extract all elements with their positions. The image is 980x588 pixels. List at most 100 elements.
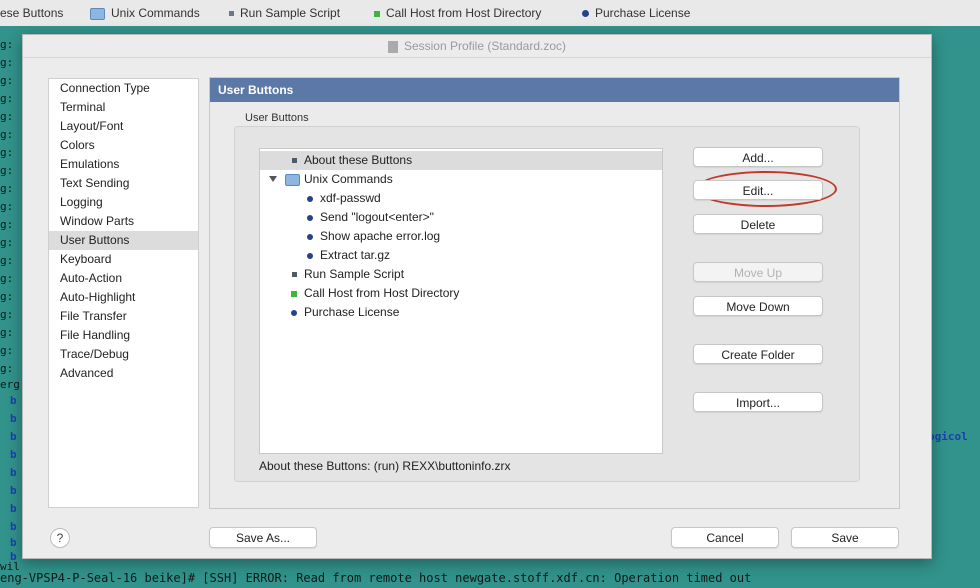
import-button[interactable]: Import... — [693, 392, 823, 412]
topbar-button-label: ese Buttons — [0, 6, 64, 20]
terminal-text: b — [10, 430, 17, 443]
topbar-button-label: Unix Commands — [111, 6, 200, 20]
terminal-text: g: — [0, 308, 14, 321]
cancel-button[interactable]: Cancel — [671, 527, 779, 548]
edit-button[interactable]: Edit... — [693, 180, 823, 200]
create-folder-button[interactable]: Create Folder — [693, 344, 823, 364]
tree-item-purchase-license[interactable]: Purchase License — [260, 303, 662, 322]
terminal-text: g: — [0, 344, 14, 357]
sidebar-item-text-sending[interactable]: Text Sending — [49, 174, 198, 193]
user-buttons-panel: User Buttons User Buttons About these Bu… — [209, 77, 900, 509]
dialog-title: Session Profile (Standard.zoc) — [403, 39, 567, 53]
sidebar-item-connection-type[interactable]: Connection Type — [49, 79, 198, 98]
terminal-status-line: eng-VPSP4-P-Seal-16 beike]# [SSH] ERROR:… — [0, 571, 752, 585]
panel-header: User Buttons — [210, 78, 899, 102]
square-bullet-icon — [292, 158, 297, 163]
dot-icon — [582, 10, 589, 18]
terminal-text: g: — [0, 326, 14, 339]
dot-icon — [307, 253, 313, 259]
terminal-text: g: — [0, 110, 14, 123]
terminal-text: g: — [0, 164, 14, 177]
terminal-text: b — [10, 536, 17, 549]
tree-item-label: Call Host from Host Directory — [304, 286, 460, 300]
tree-item-label: xdf-passwd — [320, 191, 381, 205]
tree-item-label: Unix Commands — [304, 172, 393, 186]
sidebar-item-window-parts[interactable]: Window Parts — [49, 212, 198, 231]
tree-item-send-logout[interactable]: Send "logout<enter>" — [260, 208, 662, 227]
topbar-button-call-host[interactable]: Call Host from Host Directory — [374, 6, 541, 20]
dot-icon — [307, 234, 313, 240]
move-up-button[interactable]: Move Up — [693, 262, 823, 282]
selected-button-info: About these Buttons: (run) REXX\buttonin… — [259, 459, 511, 473]
green-square-icon — [374, 10, 380, 17]
terminal-text: g: — [0, 74, 14, 87]
settings-category-list: Connection Type Terminal Layout/Font Col… — [48, 78, 199, 508]
user-buttons-tree[interactable]: About these Buttons Unix Commands xdf-pa… — [259, 148, 663, 454]
sidebar-item-auto-highlight[interactable]: Auto-Highlight — [49, 288, 198, 307]
sidebar-item-keyboard[interactable]: Keyboard — [49, 250, 198, 269]
topbar-button-label: Run Sample Script — [240, 6, 341, 20]
tree-item-label: Show apache error.log — [320, 229, 441, 243]
topbar-button-purchase-license[interactable]: Purchase License — [582, 6, 690, 20]
sidebar-item-layout-font[interactable]: Layout/Font — [49, 117, 198, 136]
tree-item-unix-commands[interactable]: Unix Commands — [260, 170, 662, 189]
move-down-button[interactable]: Move Down — [693, 296, 823, 316]
terminal-text: ogicol — [928, 430, 968, 443]
dialog-title-bar: Session Profile (Standard.zoc) — [23, 35, 931, 58]
topbar-button-run-sample-script[interactable]: Run Sample Script — [229, 6, 340, 20]
terminal-text: g: — [0, 362, 14, 375]
tree-item-extract-tar-gz[interactable]: Extract tar.gz — [260, 246, 662, 265]
delete-button[interactable]: Delete — [693, 214, 823, 234]
terminal-text: b — [10, 484, 17, 497]
tree-item-show-apache-error-log[interactable]: Show apache error.log — [260, 227, 662, 246]
folder-icon — [285, 174, 300, 186]
tree-item-label: Purchase License — [304, 305, 400, 319]
save-button[interactable]: Save — [791, 527, 899, 548]
terminal-text: g: — [0, 92, 14, 105]
tree-item-xdf-passwd[interactable]: xdf-passwd — [260, 189, 662, 208]
dot-icon — [291, 310, 297, 316]
sidebar-item-file-handling[interactable]: File Handling — [49, 326, 198, 345]
terminal-text: g: — [0, 254, 14, 267]
dot-icon — [307, 215, 313, 221]
sidebar-item-user-buttons[interactable]: User Buttons — [49, 231, 198, 250]
session-profile-dialog: Session Profile (Standard.zoc) Connectio… — [22, 34, 932, 559]
dot-icon — [307, 196, 313, 202]
save-as-button[interactable]: Save As... — [209, 527, 317, 548]
terminal-text: g: — [0, 182, 14, 195]
terminal-text: g: — [0, 200, 14, 213]
document-icon — [387, 40, 398, 53]
terminal-text: g: — [0, 272, 14, 285]
sidebar-item-terminal[interactable]: Terminal — [49, 98, 198, 117]
sidebar-item-emulations[interactable]: Emulations — [49, 155, 198, 174]
topbar-button-label: Purchase License — [595, 6, 691, 20]
tree-item-about-buttons[interactable]: About these Buttons — [260, 151, 662, 170]
folder-icon — [90, 7, 105, 20]
terminal-text: b — [10, 502, 17, 515]
help-button[interactable]: ? — [50, 528, 70, 548]
tree-item-call-host[interactable]: Call Host from Host Directory — [260, 284, 662, 303]
terminal-text: g: — [0, 236, 14, 249]
topbar-button-unix-commands[interactable]: Unix Commands — [90, 6, 200, 20]
topbar-button-these-buttons[interactable]: ese Buttons — [0, 6, 63, 20]
sidebar-item-auto-action[interactable]: Auto-Action — [49, 269, 198, 288]
sidebar-item-logging[interactable]: Logging — [49, 193, 198, 212]
terminal-text: g: — [0, 290, 14, 303]
user-buttons-bar: ese Buttons Unix Commands Run Sample Scr… — [0, 0, 980, 27]
tree-item-run-sample-script[interactable]: Run Sample Script — [260, 265, 662, 284]
terminal-text: g: — [0, 38, 14, 51]
add-button[interactable]: Add... — [693, 147, 823, 167]
sidebar-item-file-transfer[interactable]: File Transfer — [49, 307, 198, 326]
square-bullet-icon — [229, 11, 234, 17]
tree-item-label: Extract tar.gz — [320, 248, 391, 262]
sidebar-item-colors[interactable]: Colors — [49, 136, 198, 155]
sidebar-item-advanced[interactable]: Advanced — [49, 364, 198, 383]
green-square-icon — [291, 291, 297, 297]
sidebar-item-trace-debug[interactable]: Trace/Debug — [49, 345, 198, 364]
tree-item-label: Send "logout<enter>" — [320, 210, 434, 224]
terminal-text: b — [10, 466, 17, 479]
square-bullet-icon — [292, 272, 297, 277]
tree-item-label: About these Buttons — [304, 153, 413, 167]
disclosure-triangle-icon[interactable] — [269, 176, 277, 182]
terminal-text: b — [10, 448, 17, 461]
